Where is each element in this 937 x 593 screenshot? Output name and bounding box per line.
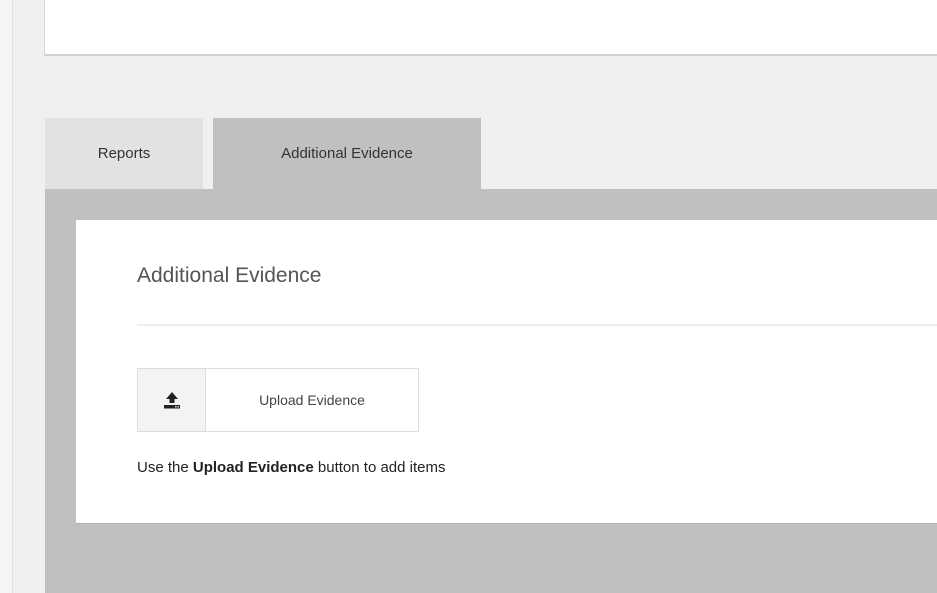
upload-evidence-label: Upload Evidence [259,392,365,408]
left-sidebar-edge [0,0,13,593]
tab-content-area: Additional Evidence Upload Evidence Use … [45,189,937,593]
top-panel [44,0,937,56]
hint-bold: Upload Evidence [192,459,314,476]
hint-prefix: Use the [137,459,193,476]
upload-hint-text: Use the Upload Evidence button to add it… [137,459,446,476]
upload-icon [138,369,206,431]
upload-evidence-button[interactable]: Upload Evidence [137,368,419,432]
tab-bar: Reports Additional Evidence [45,118,937,189]
additional-evidence-panel: Additional Evidence Upload Evidence Use … [76,220,937,523]
tab-reports[interactable]: Reports [45,118,203,189]
panel-divider [137,324,937,326]
panel-title: Additional Evidence [137,264,322,287]
tab-additional-evidence[interactable]: Additional Evidence [213,118,481,189]
hint-suffix: button to add items [313,459,446,476]
